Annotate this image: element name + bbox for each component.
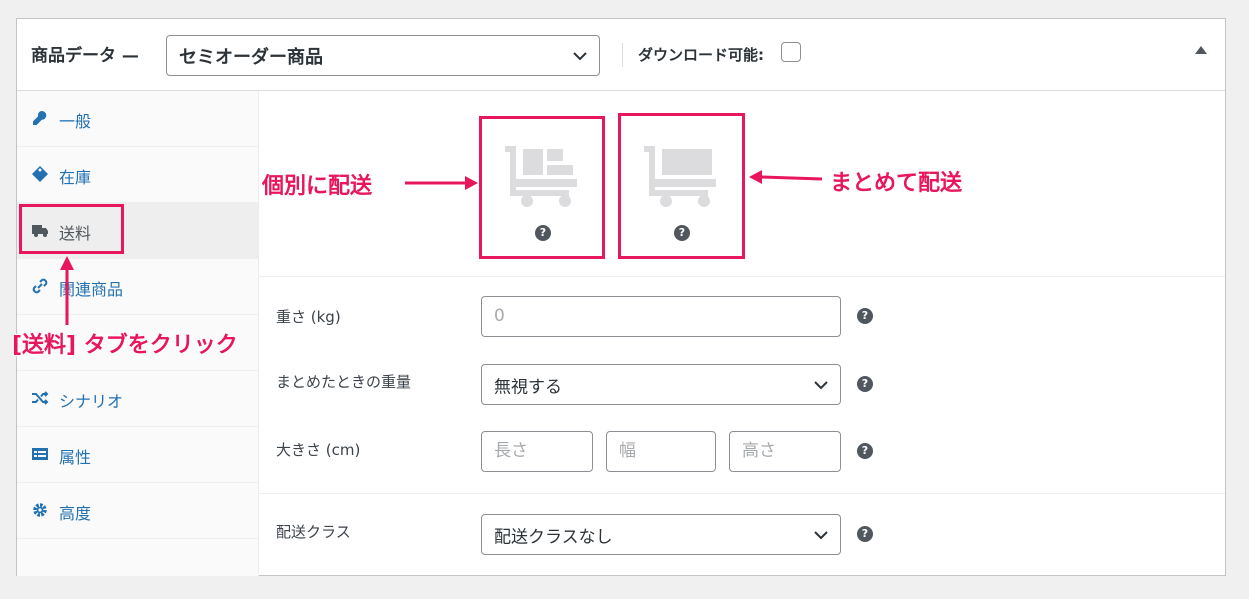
product-tabs: 一般 在庫 送料 関連商品 シナリオ 属性 高度 xyxy=(17,91,259,576)
product-data-panel: 商品データ — セミオーダー商品 ダウンロード可能: 一般 在庫 送料 関連商品 xyxy=(16,18,1226,576)
product-type-select[interactable]: セミオーダー商品 xyxy=(166,35,600,76)
truck-icon xyxy=(32,225,48,237)
help-icon[interactable]: ? xyxy=(857,526,873,542)
section-divider xyxy=(259,493,1225,494)
help-icon[interactable]: ? xyxy=(674,225,690,241)
tab-general[interactable]: 一般 xyxy=(17,91,258,147)
dimensions-row: 大きさ (cm) 長さ 幅 高さ ? xyxy=(259,431,1225,475)
ship-individually-option[interactable]: ? xyxy=(485,117,601,255)
tab-hidden[interactable] xyxy=(17,315,258,371)
collapse-arrow-icon[interactable] xyxy=(1195,46,1207,54)
list-icon xyxy=(32,448,48,460)
chevron-down-icon xyxy=(573,51,587,60)
weight-input[interactable]: 0 xyxy=(481,296,841,337)
cart-combined-icon xyxy=(644,146,716,207)
length-input[interactable]: 長さ xyxy=(481,431,593,472)
dimensions-label: 大きさ (cm) xyxy=(276,441,361,459)
tab-label: シナリオ xyxy=(59,392,124,411)
product-type-value: セミオーダー商品 xyxy=(179,46,323,68)
tab-attributes[interactable]: 属性 xyxy=(17,427,258,483)
height-input[interactable]: 高さ xyxy=(729,431,841,472)
gear-icon xyxy=(33,503,47,517)
tab-advanced[interactable]: 高度 xyxy=(17,483,258,539)
help-icon[interactable]: ? xyxy=(535,225,551,241)
wrench-icon xyxy=(33,111,47,125)
help-icon[interactable]: ? xyxy=(857,443,873,459)
tab-label: 属性 xyxy=(59,448,92,467)
tab-label: 関連商品 xyxy=(59,280,124,299)
ship-combined-option[interactable]: ? xyxy=(624,117,740,255)
tab-label: 在庫 xyxy=(59,168,92,187)
tab-label: 一般 xyxy=(59,112,92,131)
tag-icon xyxy=(32,166,48,182)
shipping-options: ? ? xyxy=(259,91,1225,277)
width-input[interactable]: 幅 xyxy=(606,431,716,472)
panel-header: 商品データ — セミオーダー商品 ダウンロード可能: xyxy=(17,19,1225,91)
help-icon[interactable]: ? xyxy=(857,308,873,324)
tab-scenario[interactable]: シナリオ xyxy=(17,371,258,427)
combined-border-accent xyxy=(742,118,744,256)
combined-weight-label: まとめたときの重量 xyxy=(276,373,412,391)
combined-weight-select[interactable]: 無視する xyxy=(481,364,841,405)
cart-individual-icon xyxy=(505,146,577,207)
tab-linked-products[interactable]: 関連商品 xyxy=(17,259,258,315)
shuffle-icon xyxy=(32,391,49,405)
chevron-down-icon xyxy=(814,380,828,389)
tab-shipping[interactable]: 送料 xyxy=(17,203,258,259)
shipping-class-select[interactable]: 配送クラスなし xyxy=(481,514,841,555)
weight-row: 重さ (kg) 0 ? xyxy=(259,296,1225,340)
link-icon xyxy=(32,278,48,294)
downloadable-label: ダウンロード可能: xyxy=(638,46,764,64)
help-icon[interactable]: ? xyxy=(857,376,873,392)
combined-weight-row: まとめたときの重量 無視する ? xyxy=(259,364,1225,408)
tab-label: 送料 xyxy=(59,224,92,243)
header-divider xyxy=(622,43,623,67)
downloadable-checkbox[interactable] xyxy=(781,42,801,62)
shipping-class-row: 配送クラス 配送クラスなし ? xyxy=(259,514,1225,558)
shipping-class-value: 配送クラスなし xyxy=(494,527,613,547)
combined-weight-value: 無視する xyxy=(494,377,562,397)
chevron-down-icon xyxy=(814,530,828,539)
weight-label: 重さ (kg) xyxy=(276,308,341,326)
tab-label: 高度 xyxy=(59,504,92,523)
shipping-panel: ? ? 重さ (kg) 0 ? まとめたときの重量 無視する ? 大きさ (cm… xyxy=(259,91,1225,576)
tab-inventory[interactable]: 在庫 xyxy=(17,147,258,203)
panel-title: 商品データ — xyxy=(31,46,139,66)
shipping-class-label: 配送クラス xyxy=(276,523,351,541)
